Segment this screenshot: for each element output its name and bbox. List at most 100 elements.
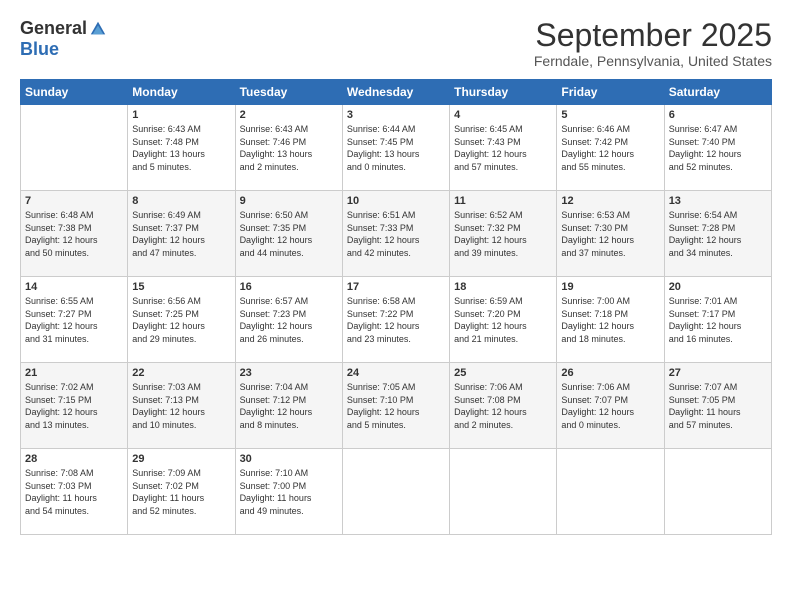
day-info: Sunrise: 6:43 AMSunset: 7:46 PMDaylight:… [240, 123, 338, 173]
day-number: 20 [669, 281, 767, 293]
calendar-week-5: 28 Sunrise: 7:08 AMSunset: 7:03 PMDayligh… [21, 449, 772, 535]
calendar-cell: 6 Sunrise: 6:47 AMSunset: 7:40 PMDaylight… [664, 105, 771, 191]
day-info: Sunrise: 7:08 AMSunset: 7:03 PMDaylight:… [25, 467, 123, 517]
calendar-cell: 29 Sunrise: 7:09 AMSunset: 7:02 PMDayligh… [128, 449, 235, 535]
header-cell-sunday: Sunday [21, 80, 128, 105]
header-cell-tuesday: Tuesday [235, 80, 342, 105]
day-number: 16 [240, 281, 338, 293]
calendar-cell: 14 Sunrise: 6:55 AMSunset: 7:27 PMDayligh… [21, 277, 128, 363]
day-info: Sunrise: 6:55 AMSunset: 7:27 PMDaylight:… [25, 295, 123, 345]
month-title: September 2025 [534, 18, 772, 53]
day-info: Sunrise: 7:07 AMSunset: 7:05 PMDaylight:… [669, 381, 767, 431]
day-number: 2 [240, 109, 338, 121]
day-info: Sunrise: 7:06 AMSunset: 7:07 PMDaylight:… [561, 381, 659, 431]
day-number: 9 [240, 195, 338, 207]
day-info: Sunrise: 6:43 AMSunset: 7:48 PMDaylight:… [132, 123, 230, 173]
day-number: 7 [25, 195, 123, 207]
calendar-week-3: 14 Sunrise: 6:55 AMSunset: 7:27 PMDayligh… [21, 277, 772, 363]
day-info: Sunrise: 6:53 AMSunset: 7:30 PMDaylight:… [561, 209, 659, 259]
day-info: Sunrise: 7:10 AMSunset: 7:00 PMDaylight:… [240, 467, 338, 517]
logo-general-text: General [20, 18, 87, 39]
calendar-cell: 4 Sunrise: 6:45 AMSunset: 7:43 PMDaylight… [450, 105, 557, 191]
calendar-cell: 19 Sunrise: 7:00 AMSunset: 7:18 PMDayligh… [557, 277, 664, 363]
day-number: 10 [347, 195, 445, 207]
day-info: Sunrise: 7:03 AMSunset: 7:13 PMDaylight:… [132, 381, 230, 431]
day-info: Sunrise: 7:04 AMSunset: 7:12 PMDaylight:… [240, 381, 338, 431]
day-info: Sunrise: 7:00 AMSunset: 7:18 PMDaylight:… [561, 295, 659, 345]
day-info: Sunrise: 7:05 AMSunset: 7:10 PMDaylight:… [347, 381, 445, 431]
day-info: Sunrise: 6:59 AMSunset: 7:20 PMDaylight:… [454, 295, 552, 345]
day-number: 25 [454, 367, 552, 379]
calendar-cell: 26 Sunrise: 7:06 AMSunset: 7:07 PMDayligh… [557, 363, 664, 449]
calendar-week-2: 7Sunrise: 6:48 AMSunset: 7:38 PMDaylight… [21, 191, 772, 277]
day-number: 17 [347, 281, 445, 293]
day-info: Sunrise: 6:54 AMSunset: 7:28 PMDaylight:… [669, 209, 767, 259]
day-number: 1 [132, 109, 230, 121]
calendar-cell: 7Sunrise: 6:48 AMSunset: 7:38 PMDaylight… [21, 191, 128, 277]
day-info: Sunrise: 7:09 AMSunset: 7:02 PMDaylight:… [132, 467, 230, 517]
page: General Blue September 2025 Ferndale, Pe… [0, 0, 792, 612]
calendar-cell: 27 Sunrise: 7:07 AMSunset: 7:05 PMDayligh… [664, 363, 771, 449]
calendar-week-1: 1 Sunrise: 6:43 AMSunset: 7:48 PMDaylight… [21, 105, 772, 191]
header: General Blue September 2025 Ferndale, Pe… [20, 18, 772, 69]
calendar-cell: 15 Sunrise: 6:56 AMSunset: 7:25 PMDayligh… [128, 277, 235, 363]
day-number: 12 [561, 195, 659, 207]
day-info: Sunrise: 6:52 AMSunset: 7:32 PMDaylight:… [454, 209, 552, 259]
calendar-cell: 17 Sunrise: 6:58 AMSunset: 7:22 PMDayligh… [342, 277, 449, 363]
day-number: 22 [132, 367, 230, 379]
calendar-cell: 20 Sunrise: 7:01 AMSunset: 7:17 PMDayligh… [664, 277, 771, 363]
day-info: Sunrise: 7:06 AMSunset: 7:08 PMDaylight:… [454, 381, 552, 431]
logo: General Blue [20, 18, 107, 60]
header-row: SundayMondayTuesdayWednesdayThursdayFrid… [21, 80, 772, 105]
calendar-cell [342, 449, 449, 535]
day-number: 14 [25, 281, 123, 293]
day-info: Sunrise: 6:56 AMSunset: 7:25 PMDaylight:… [132, 295, 230, 345]
day-number: 19 [561, 281, 659, 293]
day-info: Sunrise: 6:47 AMSunset: 7:40 PMDaylight:… [669, 123, 767, 173]
day-info: Sunrise: 6:57 AMSunset: 7:23 PMDaylight:… [240, 295, 338, 345]
calendar-cell: 16 Sunrise: 6:57 AMSunset: 7:23 PMDayligh… [235, 277, 342, 363]
day-info: Sunrise: 6:51 AMSunset: 7:33 PMDaylight:… [347, 209, 445, 259]
day-info: Sunrise: 6:45 AMSunset: 7:43 PMDaylight:… [454, 123, 552, 173]
calendar-cell: 12 Sunrise: 6:53 AMSunset: 7:30 PMDayligh… [557, 191, 664, 277]
calendar-cell: 23 Sunrise: 7:04 AMSunset: 7:12 PMDayligh… [235, 363, 342, 449]
day-info: Sunrise: 7:02 AMSunset: 7:15 PMDaylight:… [25, 381, 123, 431]
calendar-cell [450, 449, 557, 535]
calendar-table: SundayMondayTuesdayWednesdayThursdayFrid… [20, 79, 772, 535]
calendar-cell: 3Sunrise: 6:44 AMSunset: 7:45 PMDaylight… [342, 105, 449, 191]
calendar-cell [664, 449, 771, 535]
day-info: Sunrise: 6:46 AMSunset: 7:42 PMDaylight:… [561, 123, 659, 173]
day-number: 13 [669, 195, 767, 207]
calendar-cell: 11 Sunrise: 6:52 AMSunset: 7:32 PMDayligh… [450, 191, 557, 277]
day-number: 3 [347, 109, 445, 121]
header-cell-friday: Friday [557, 80, 664, 105]
calendar-cell [557, 449, 664, 535]
day-number: 29 [132, 453, 230, 465]
day-number: 23 [240, 367, 338, 379]
day-number: 28 [25, 453, 123, 465]
calendar-cell: 5Sunrise: 6:46 AMSunset: 7:42 PMDaylight… [557, 105, 664, 191]
calendar-cell: 10 Sunrise: 6:51 AMSunset: 7:33 PMDayligh… [342, 191, 449, 277]
day-number: 11 [454, 195, 552, 207]
calendar-cell: 28 Sunrise: 7:08 AMSunset: 7:03 PMDayligh… [21, 449, 128, 535]
calendar-cell: 22 Sunrise: 7:03 AMSunset: 7:13 PMDayligh… [128, 363, 235, 449]
day-number: 26 [561, 367, 659, 379]
day-info: Sunrise: 6:50 AMSunset: 7:35 PMDaylight:… [240, 209, 338, 259]
calendar-cell: 13 Sunrise: 6:54 AMSunset: 7:28 PMDayligh… [664, 191, 771, 277]
day-number: 18 [454, 281, 552, 293]
calendar-cell: 24Sunrise: 7:05 AMSunset: 7:10 PMDayligh… [342, 363, 449, 449]
header-cell-thursday: Thursday [450, 80, 557, 105]
calendar-cell: 9 Sunrise: 6:50 AMSunset: 7:35 PMDaylight… [235, 191, 342, 277]
calendar-cell: 18 Sunrise: 6:59 AMSunset: 7:20 PMDayligh… [450, 277, 557, 363]
calendar-cell: 30Sunrise: 7:10 AMSunset: 7:00 PMDayligh… [235, 449, 342, 535]
day-info: Sunrise: 6:49 AMSunset: 7:37 PMDaylight:… [132, 209, 230, 259]
day-number: 15 [132, 281, 230, 293]
day-info: Sunrise: 6:58 AMSunset: 7:22 PMDaylight:… [347, 295, 445, 345]
location: Ferndale, Pennsylvania, United States [534, 53, 772, 69]
day-number: 27 [669, 367, 767, 379]
day-number: 6 [669, 109, 767, 121]
day-number: 4 [454, 109, 552, 121]
header-cell-monday: Monday [128, 80, 235, 105]
day-info: Sunrise: 7:01 AMSunset: 7:17 PMDaylight:… [669, 295, 767, 345]
header-cell-saturday: Saturday [664, 80, 771, 105]
